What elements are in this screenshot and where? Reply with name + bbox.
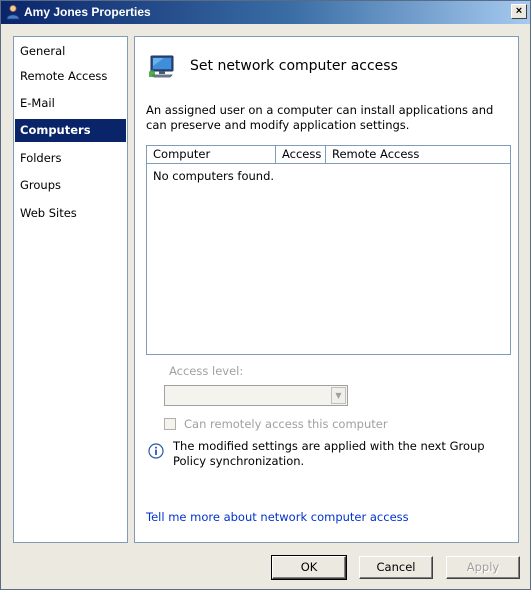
nav-item-email[interactable]: E-Mail [15,92,126,115]
nav-item-web-sites[interactable]: Web Sites [15,202,126,225]
info-text: The modified settings are applied with t… [173,439,485,468]
navigation-pane: General Remote Access E-Mail Computers F… [13,36,128,543]
cancel-button[interactable]: Cancel [359,556,433,579]
column-header-remote-access[interactable]: Remote Access [326,146,510,164]
column-header-access[interactable]: Access [276,146,326,164]
network-computer-icon [148,52,178,82]
close-button[interactable]: × [511,4,527,19]
help-link[interactable]: Tell me more about network computer acce… [146,510,409,524]
remote-access-checkbox-label: Can remotely access this computer [184,417,388,431]
nav-item-label: E-Mail [20,96,55,110]
content-pane: Set network computer access An assigned … [134,36,519,543]
nav-item-label: Folders [20,151,62,165]
access-level-label: Access level: [169,364,244,378]
nav-item-groups[interactable]: Groups [15,174,126,197]
page-heading: Set network computer access [190,58,398,74]
title-bar[interactable]: Amy Jones Properties × [1,1,530,24]
chevron-down-icon[interactable]: ▼ [331,387,346,404]
remote-access-checkbox-row[interactable]: Can remotely access this computer [164,417,388,431]
nav-item-label: Remote Access [20,69,108,83]
access-level-select[interactable]: ▼ [164,385,348,406]
nav-item-remote-access[interactable]: Remote Access [15,65,126,88]
list-header: Computer Access Remote Access [147,146,510,164]
column-header-computer[interactable]: Computer [147,146,276,164]
nav-item-label: Web Sites [20,206,77,220]
close-icon: × [515,5,523,17]
nav-item-general[interactable]: General [15,40,126,63]
description-text: An assigned user on a computer can insta… [146,103,494,132]
apply-button[interactable]: Apply [446,556,520,579]
window-title: Amy Jones Properties [24,5,151,19]
ok-button[interactable]: OK [271,555,347,580]
nav-item-label: Groups [20,178,62,192]
nav-item-computers[interactable]: Computers [15,119,126,142]
properties-dialog: Amy Jones Properties × General Remote Ac… [0,0,531,590]
empty-list-message: No computers found. [153,169,275,183]
info-icon [148,443,164,459]
nav-item-label: Computers [20,123,91,137]
nav-item-label: General [20,44,66,58]
remote-access-checkbox[interactable] [164,418,176,430]
computers-list[interactable]: Computer Access Remote Access No compute… [146,145,511,355]
nav-item-folders[interactable]: Folders [15,147,126,170]
user-icon [5,4,21,20]
